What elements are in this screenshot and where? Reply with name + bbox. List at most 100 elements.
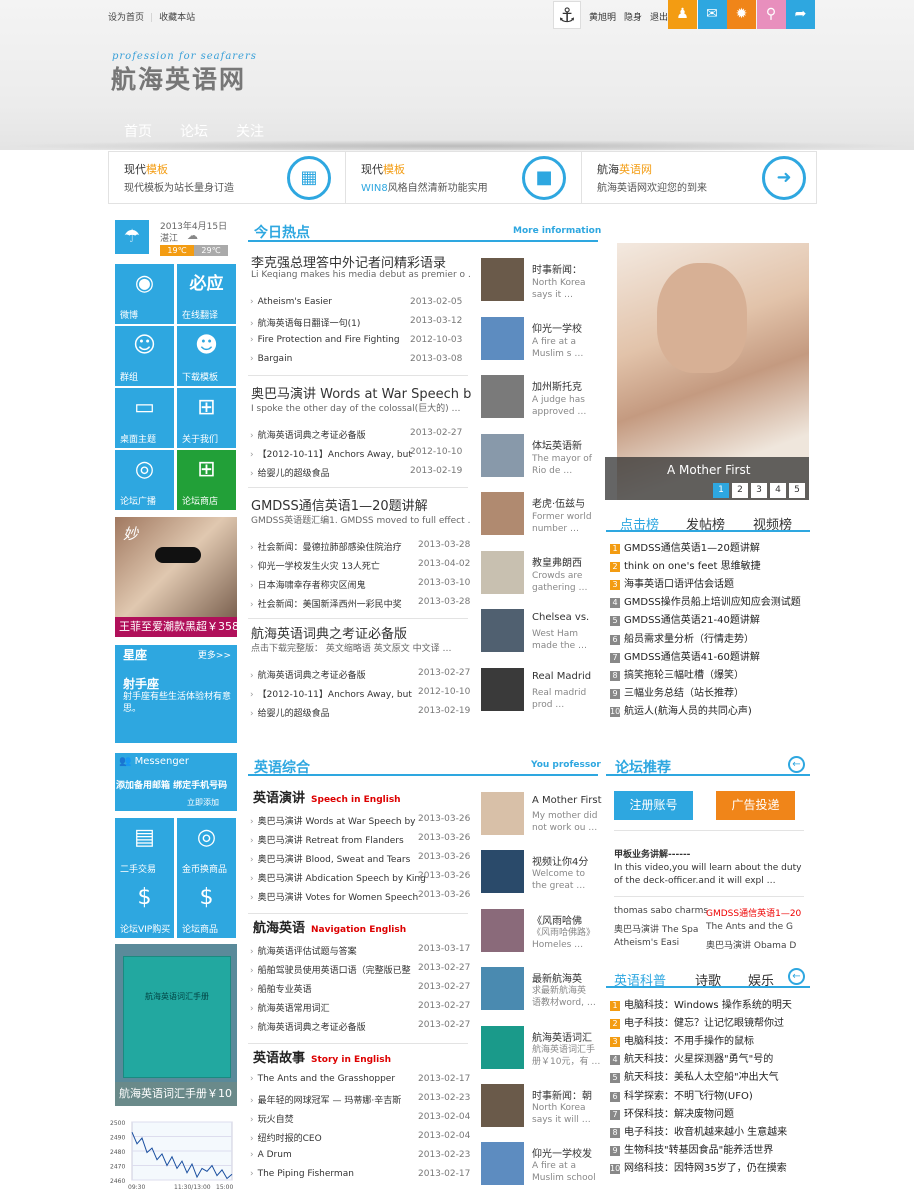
slide-page-button[interactable]: 3 <box>751 483 767 498</box>
news-thumbnail[interactable] <box>481 667 524 711</box>
list-item[interactable]: 航海英语每日翻译一句(1) 2013-03-12 <box>250 316 470 329</box>
article-thumbnail[interactable] <box>481 792 524 835</box>
rank-item[interactable]: 5 GMDSS通信英语21-40题讲解 <box>610 611 760 627</box>
feature-item[interactable]: 航海英语网 航海英语网欢迎您的到来 ➜ <box>581 152 817 203</box>
list-item[interactable]: 纽约时报的CEO 2013-02-04 <box>250 1131 471 1144</box>
messenger-panel[interactable]: 👥 Messenger 添加备用邮箱 绑定手机号码 立即添加 <box>115 753 237 811</box>
article-title[interactable]: 《风雨哈佛 <box>532 912 582 927</box>
list-item[interactable]: 社会新闻：美国新泽西州一彩民中奖 2013-03-28 <box>250 597 471 610</box>
article-title[interactable]: 航海英语词汇 <box>532 1029 592 1044</box>
back-arrow-icon[interactable]: ← <box>788 968 805 985</box>
tile-translate[interactable]: 必应 在线翻译 <box>177 264 236 324</box>
list-item[interactable]: 奥巴马演讲 Votes for Women Speech2013-03-26 <box>250 890 471 903</box>
news-title[interactable]: 老虎·伍兹与 <box>532 495 585 510</box>
forum-post-title[interactable]: 甲板业务讲解------ <box>614 847 690 860</box>
anchor-avatar-icon[interactable]: ⚓ <box>553 1 581 29</box>
you-professor-link[interactable]: You professor <box>531 760 601 770</box>
list-item[interactable]: 航海英语词典之考证必备版 2013-02-27 <box>250 428 470 441</box>
rank-item[interactable]: 8 搞笑拖轮三幅吐槽（爆笑） <box>610 666 744 681</box>
rank-item[interactable]: 9 三幅业务总结（站长推荐） <box>610 684 744 699</box>
list-item[interactable]: 奥巴马演讲 Abdication Speech by King2013-03-2… <box>250 871 471 884</box>
list-item[interactable]: 给婴儿的超级食品 2013-02-19 <box>250 706 471 719</box>
list-item[interactable]: The Piping Fisherman 2013-02-17 <box>250 1169 471 1179</box>
news-title[interactable]: 仰光一学校 <box>532 320 582 335</box>
news-title[interactable]: 加州斯托克 <box>532 378 582 393</box>
forum-link[interactable]: thomas sabo charms <box>614 906 708 916</box>
logout-link[interactable]: 退出 <box>650 13 668 23</box>
news-title[interactable]: 时事新闻： <box>532 261 582 276</box>
list-item[interactable]: 航海英语常用词汇 2013-02-27 <box>250 1001 471 1014</box>
tile-card[interactable]: ▤ 二手交易 <box>115 818 174 878</box>
news-thumbnail[interactable] <box>481 258 524 301</box>
list-item[interactable]: 奥巴马演讲 Blood, Sweat and Tears 2013-03-26 <box>250 852 471 865</box>
list-item[interactable]: 航海英语词典之考证必备版 2013-02-27 <box>250 1020 471 1033</box>
list-item[interactable]: 【2012-10-11】Anchors Away, but2012-10-10 <box>250 687 471 700</box>
tile-chat-users[interactable]: ☻ 下载模板 <box>177 326 236 386</box>
news-thumbnail[interactable] <box>481 375 524 418</box>
forum-link[interactable]: GMDSS通信英语1—20 <box>706 906 801 919</box>
list-item[interactable]: 仰光一学校发生火灾 13人死亡 2013-04-02 <box>250 559 471 572</box>
tile-group[interactable]: ☺ 群组 <box>115 326 174 386</box>
list-item[interactable]: Atheism's Easier 2013-02-05 <box>250 297 470 307</box>
news-thumbnail[interactable] <box>481 316 524 360</box>
book-ad[interactable]: 航海英语词汇手册 航海英语词汇手册￥10 <box>115 944 237 1106</box>
article-thumbnail[interactable] <box>481 1084 524 1127</box>
science-item[interactable]: 3 电脑科技：不用手操作的鼠标 <box>610 1032 754 1048</box>
tile-coins[interactable]: ◎ 金币换商品 <box>177 818 236 878</box>
science-item[interactable]: 5 航天科技：美私人太空船"冲出大气 <box>610 1068 779 1084</box>
username-link[interactable]: 黄旭明 <box>589 13 616 23</box>
slide-page-button[interactable]: 1 <box>713 483 729 498</box>
science-item[interactable]: 4 航天科技：火星探测器"勇气"号的 <box>610 1050 773 1066</box>
article-title[interactable]: 视频让你4分 <box>532 853 588 868</box>
list-item[interactable]: 奥巴马演讲 Retreat from Flanders 2013-03-26 <box>250 833 471 846</box>
tile-weibo[interactable]: ◉ 微博 <box>115 264 174 324</box>
nav-home[interactable]: 首页 <box>124 124 152 140</box>
person-icon[interactable]: ♟ <box>668 0 697 29</box>
article-title[interactable]: A Mother First <box>532 795 602 806</box>
article-thumbnail[interactable] <box>481 967 524 1011</box>
list-item[interactable]: 最年轻的网球冠军 — 玛蒂娜·辛吉斯 2013-02-23 <box>250 1093 471 1106</box>
tile-store[interactable]: ⊞ 论坛商店 <box>177 450 236 510</box>
rank-item[interactable]: 7 GMDSS通信英语41-60题讲解 <box>610 648 760 663</box>
tile-headset[interactable]: ◎ 论坛广播 <box>115 450 174 510</box>
list-item[interactable]: 【2012-10-11】Anchors Away, but2012-10-10 <box>250 447 470 460</box>
advertise-button[interactable]: 广告投递 <box>716 791 795 820</box>
promo-photo[interactable]: 妙 王菲至爱潮款黑超￥3580 <box>115 517 246 637</box>
article-title[interactable]: 仰光一学校发 <box>532 1145 592 1160</box>
list-item[interactable]: 日本海啸幸存者称灾区闹鬼 2013-03-10 <box>250 578 471 591</box>
news-title[interactable]: 教皇弗朗西 <box>532 554 582 569</box>
news-thumbnail[interactable] <box>481 433 524 477</box>
article-title[interactable]: 时事新闻：朝 <box>532 1087 592 1102</box>
news-thumbnail[interactable] <box>481 492 524 535</box>
list-item[interactable]: 奥巴马演讲 Words at War Speech by2013-03-26 <box>250 814 471 827</box>
nav-follow[interactable]: 关注 <box>236 124 264 140</box>
tile-shield-dollar[interactable]: $ 论坛VIP购买 <box>115 878 174 938</box>
article-thumbnail[interactable] <box>481 850 524 894</box>
rank-item[interactable]: 1 GMDSS通信英语1—20题讲解 <box>610 539 760 554</box>
list-item[interactable]: A Drum 2013-02-23 <box>250 1150 471 1160</box>
slide-page-button[interactable]: 2 <box>732 483 748 498</box>
list-item[interactable]: 给婴儿的超级食品 2013-02-19 <box>250 466 470 479</box>
forum-link[interactable]: The Ants and the G <box>706 922 793 932</box>
list-item[interactable]: 玩火自焚 2013-02-04 <box>250 1112 471 1125</box>
register-button[interactable]: 注册账号 <box>614 791 693 820</box>
forum-link[interactable]: 奥巴马演讲 Obama D <box>706 938 796 951</box>
list-item[interactable]: Bargain 2013-03-08 <box>250 354 470 364</box>
science-item[interactable]: 1 电脑科技：Windows 操作系统的明天 <box>610 996 792 1011</box>
headline-link[interactable]: 航海英语词典之考证必备版 <box>251 623 407 642</box>
science-item[interactable]: 6 科学探索：不明飞行物(UFO) <box>610 1087 753 1102</box>
list-item[interactable]: 航海英语评估试题与答案 2013-03-17 <box>250 944 471 957</box>
list-item[interactable]: Fire Protection and Fire Fighting 2012-10… <box>250 335 470 345</box>
share-icon[interactable]: ➦ <box>786 0 815 29</box>
science-item[interactable]: 9 生物科技"转基因食品"能养活世界 <box>610 1141 773 1156</box>
article-thumbnail[interactable] <box>481 908 524 952</box>
science-item[interactable]: 8 电子科技：收音机越来越小 生意越来 <box>610 1123 787 1138</box>
set-home-link[interactable]: 设为首页 <box>108 13 144 23</box>
logo[interactable]: 航海英语网 <box>111 60 246 96</box>
tile-windows[interactable]: ⊞ 关于我们 <box>177 388 236 448</box>
headline-link[interactable]: GMDSS通信英语1—20题讲解 <box>251 495 428 514</box>
news-title[interactable]: 体坛英语新 <box>532 437 582 452</box>
tile-monitor[interactable]: ▭ 桌面主题 <box>115 388 174 448</box>
nav-forum[interactable]: 论坛 <box>180 124 208 140</box>
science-item[interactable]: 10 网络科技：因特网35岁了，仍在摸索 <box>610 1159 787 1174</box>
